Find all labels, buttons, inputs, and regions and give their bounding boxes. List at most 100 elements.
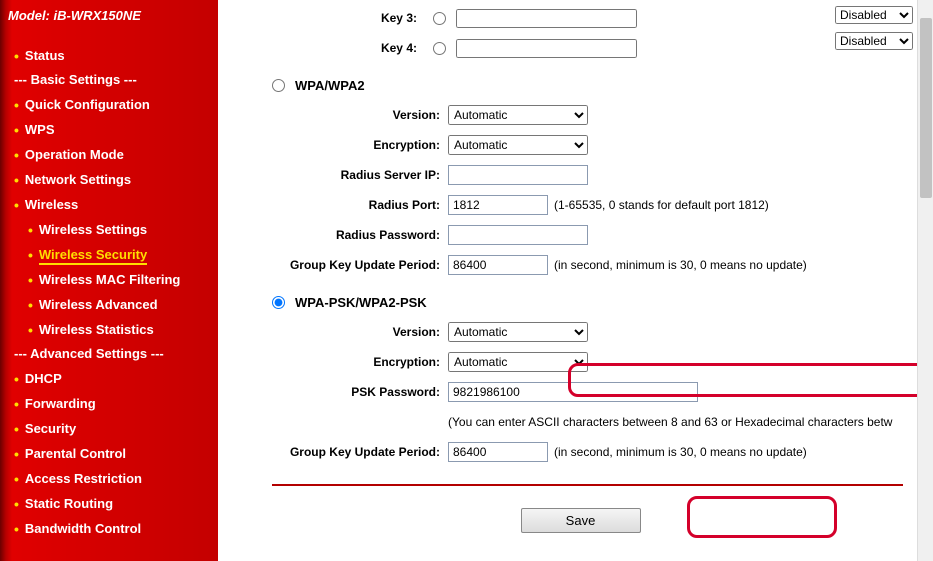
wpa-radius-pwd-label: Radius Password:	[248, 228, 448, 242]
sidebar-item-basic-settings: --- Basic Settings ---	[0, 68, 218, 92]
bullet-icon: •	[28, 322, 33, 338]
sidebar-item-label: WPS	[25, 122, 55, 137]
sidebar-item-label: Security	[25, 421, 76, 436]
sidebar-item-label: Access Restriction	[25, 471, 142, 486]
wpa-radius-ip-input[interactable]	[448, 165, 588, 185]
sidebar: Model: iB-WRX150NE • Status --- Basic Sett…	[0, 0, 218, 561]
sidebar-item-label: --- Advanced Settings ---	[14, 346, 164, 361]
scrollbar-thumb[interactable]	[920, 18, 932, 198]
sidebar-item-advanced-settings: --- Advanced Settings ---	[0, 342, 218, 366]
psk-version-select[interactable]: Automatic	[448, 322, 588, 342]
key3-state-select[interactable]: Disabled	[835, 6, 913, 24]
sidebar-item-label: Quick Configuration	[25, 97, 150, 112]
sidebar-item-label: DHCP	[25, 371, 62, 386]
wpa-radius-port-input[interactable]	[448, 195, 548, 215]
key4-state-wrap: Disabled	[835, 32, 913, 50]
bullet-icon: •	[14, 122, 19, 138]
psk-radio[interactable]	[272, 296, 285, 309]
nav-list: • Status --- Basic Settings --- • Quick Conf…	[0, 43, 218, 541]
main-content: Key 3: Key 4: Disabled Disabled WPA/WPA2…	[218, 0, 933, 561]
sidebar-item-label: Forwarding	[25, 396, 96, 411]
wpa-gkup-hint: (in second, minimum is 30, 0 means no up…	[554, 258, 807, 272]
sidebar-item-label: Wireless	[25, 197, 78, 212]
sidebar-item-wireless[interactable]: • Wireless	[0, 192, 218, 217]
bullet-icon: •	[14, 446, 19, 462]
key3-state-wrap: Disabled	[835, 6, 913, 24]
psk-gkup-input[interactable]	[448, 442, 548, 462]
wpa-radius-port-hint: (1-65535, 0 stands for default port 1812…	[554, 198, 769, 212]
key3-input[interactable]	[456, 9, 637, 28]
psk-version-label: Version:	[248, 325, 448, 339]
sidebar-item-security[interactable]: • Security	[0, 416, 218, 441]
sidebar-item-wps[interactable]: • WPS	[0, 117, 218, 142]
sidebar-item-operation-mode[interactable]: • Operation Mode	[0, 142, 218, 167]
key4-radio[interactable]	[433, 42, 446, 55]
sidebar-item-bandwidth-control[interactable]: •Bandwidth Control	[0, 516, 218, 541]
sidebar-item-label: Wireless Advanced	[39, 297, 158, 312]
scrollbar[interactable]	[917, 0, 933, 561]
sidebar-item-parental-control[interactable]: • Parental Control	[0, 441, 218, 466]
key3-label: Key 3:	[248, 11, 423, 25]
bullet-icon: •	[28, 272, 33, 288]
bullet-icon: •	[14, 471, 19, 487]
wpa-radio[interactable]	[272, 79, 285, 92]
sidebar-item-label: Wireless Statistics	[39, 322, 154, 337]
bullet-icon: •	[14, 371, 19, 387]
sidebar-item-static-routing[interactable]: •Static Routing	[0, 491, 218, 516]
wpa-title: WPA/WPA2	[295, 78, 365, 93]
sidebar-item-label: Static Routing	[25, 496, 113, 511]
wpa-section-header: WPA/WPA2	[272, 78, 913, 93]
wpa-gkup-input[interactable]	[448, 255, 548, 275]
sidebar-item-forwarding[interactable]: • Forwarding	[0, 391, 218, 416]
bullet-icon: •	[28, 297, 33, 313]
sidebar-item-label: Status	[25, 48, 65, 63]
psk-password-hint: (You can enter ASCII characters between …	[448, 415, 892, 429]
psk-password-label: PSK Password:	[248, 385, 448, 399]
bullet-icon: •	[14, 147, 19, 163]
sidebar-item-label: Parental Control	[25, 446, 126, 461]
sidebar-item-label: Network Settings	[25, 172, 131, 187]
sidebar-item-label: Operation Mode	[25, 147, 124, 162]
wpa-version-label: Version:	[248, 108, 448, 122]
psk-gkup-hint: (in second, minimum is 30, 0 means no up…	[554, 445, 807, 459]
sidebar-item-wireless-security[interactable]: • Wireless Security	[0, 242, 218, 267]
sidebar-item-wireless-statistics[interactable]: • Wireless Statistics	[0, 317, 218, 342]
bullet-icon: •	[14, 421, 19, 437]
bullet-icon: •	[28, 247, 33, 263]
psk-title: WPA-PSK/WPA2-PSK	[295, 295, 427, 310]
wpa-radius-ip-label: Radius Server IP:	[248, 168, 448, 182]
sidebar-item-access-restriction[interactable]: • Access Restriction	[0, 466, 218, 491]
sidebar-item-network-settings[interactable]: • Network Settings	[0, 167, 218, 192]
bullet-icon: •	[14, 48, 19, 64]
wpa-encryption-select[interactable]: Automatic	[448, 135, 588, 155]
wpa-gkup-label: Group Key Update Period:	[248, 258, 448, 272]
wpa-radius-pwd-input[interactable]	[448, 225, 588, 245]
sidebar-item-dhcp[interactable]: • DHCP	[0, 366, 218, 391]
wpa-radius-port-label: Radius Port:	[248, 198, 448, 212]
sidebar-item-label: Bandwidth Control	[25, 521, 141, 536]
key3-radio[interactable]	[433, 12, 446, 25]
psk-encryption-label: Encryption:	[248, 355, 448, 369]
psk-gkup-label: Group Key Update Period:	[248, 445, 448, 459]
wpa-version-select[interactable]: Automatic	[448, 105, 588, 125]
sidebar-item-wireless-settings[interactable]: •Wireless Settings	[0, 217, 218, 242]
model-label: Model: iB-WRX150NE	[0, 4, 218, 43]
bullet-icon: •	[14, 197, 19, 213]
sidebar-item-quick-configuration[interactable]: • Quick Configuration	[0, 92, 218, 117]
sidebar-item-label: Wireless Security	[39, 247, 147, 265]
bullet-icon: •	[14, 396, 19, 412]
sidebar-item-label: Wireless Settings	[39, 222, 147, 237]
key4-state-select[interactable]: Disabled	[835, 32, 913, 50]
psk-password-input[interactable]	[448, 382, 698, 402]
psk-encryption-select[interactable]: Automatic	[448, 352, 588, 372]
sidebar-item-label: --- Basic Settings ---	[14, 72, 137, 87]
bullet-icon: •	[14, 172, 19, 188]
save-button[interactable]: Save	[521, 508, 641, 533]
psk-section-header: WPA-PSK/WPA2-PSK	[272, 295, 913, 310]
sidebar-item-status[interactable]: • Status	[0, 43, 218, 68]
key4-label: Key 4:	[248, 41, 423, 55]
key4-input[interactable]	[456, 39, 637, 58]
sidebar-item-wireless-mac-filtering[interactable]: •Wireless MAC Filtering	[0, 267, 218, 292]
sidebar-item-wireless-advanced[interactable]: • Wireless Advanced	[0, 292, 218, 317]
bullet-icon: •	[14, 97, 19, 113]
